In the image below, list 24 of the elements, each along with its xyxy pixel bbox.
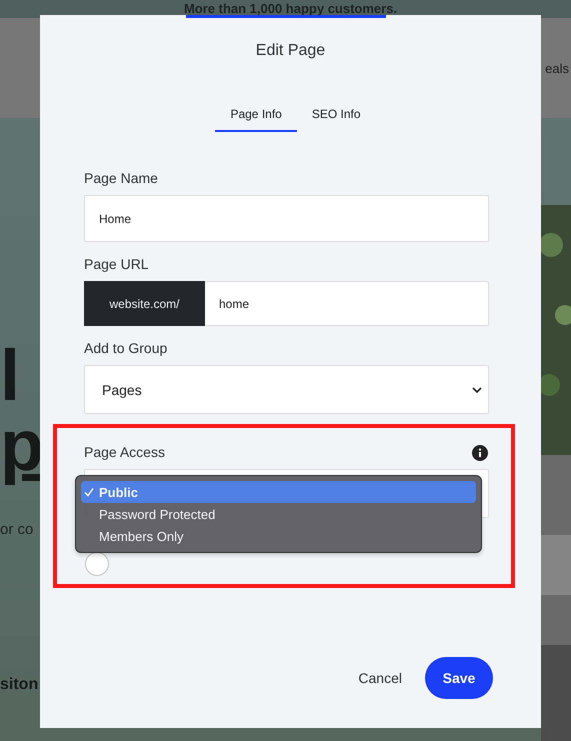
- banner-text: More than 1,000 happy customers.: [182, 1, 398, 18]
- body-text: or co: [0, 521, 34, 538]
- checkmark-icon: [84, 487, 94, 497]
- menu-item[interactable]: Members Only: [81, 525, 476, 547]
- field-label: Page URL: [84, 256, 150, 272]
- tab[interactable]: SEO Info: [296, 107, 376, 132]
- info-icon[interactable]: [472, 444, 488, 460]
- field-label: Page Name: [84, 170, 159, 186]
- field-label: Page Access: [84, 444, 165, 460]
- save-button[interactable]: Save: [425, 657, 493, 699]
- hero-heading: l: [0, 340, 20, 412]
- field-label: Add to Group: [84, 340, 168, 356]
- radio-button[interactable]: [85, 552, 109, 576]
- tab[interactable]: Page Info: [215, 107, 297, 132]
- url-prefix: website.com/: [84, 281, 205, 326]
- cancel-button[interactable]: Cancel: [358, 670, 402, 686]
- input-field[interactable]: Home: [84, 195, 489, 242]
- chevron-icon: [472, 386, 482, 392]
- nav-link[interactable]: eals: [545, 60, 569, 76]
- menu-item[interactable]: Password Protected: [81, 503, 476, 525]
- caption-text: siton: [0, 676, 38, 694]
- dialog-title: Edit Page: [254, 42, 326, 60]
- input-field[interactable]: home: [205, 281, 489, 326]
- select-field[interactable]: Pages: [84, 365, 489, 414]
